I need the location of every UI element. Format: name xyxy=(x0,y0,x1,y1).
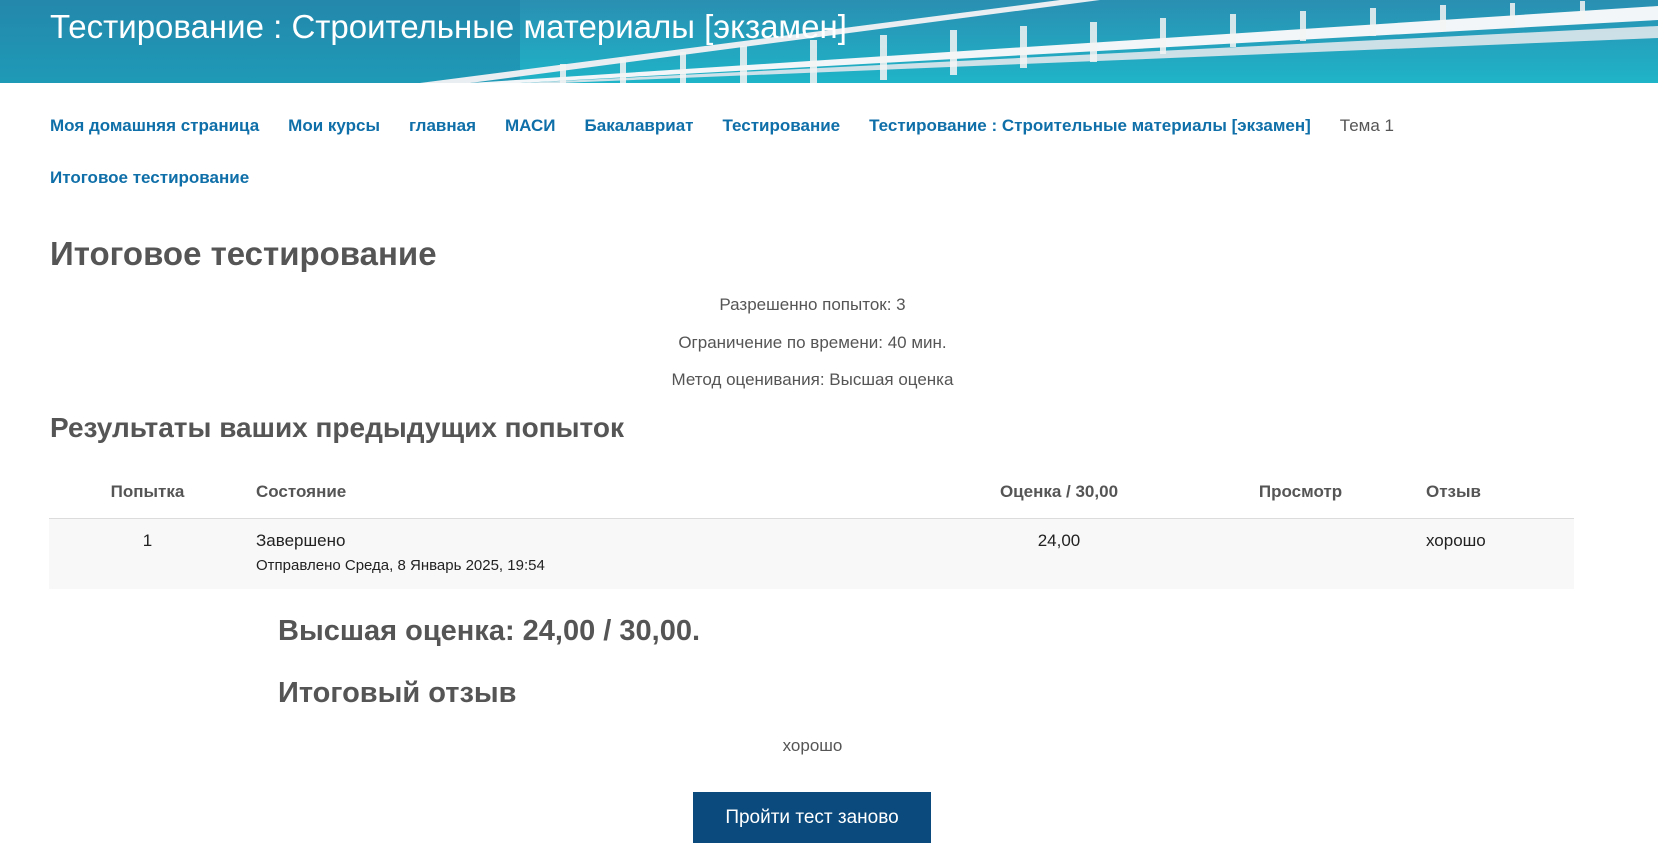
cell-state: Завершено Отправлено Среда, 8 Январь 202… xyxy=(246,518,933,589)
attempts-allowed: Разрешенно попыток: 3 xyxy=(719,295,906,314)
column-state: Состояние xyxy=(246,472,933,519)
breadcrumb-testing[interactable]: Тестирование xyxy=(723,100,841,152)
column-review: Отзыв xyxy=(1416,472,1574,519)
column-grade: Оценка / 30,00 xyxy=(933,472,1185,519)
table-row: 1 Завершено Отправлено Среда, 8 Январь 2… xyxy=(49,518,1574,589)
header-banner: Тестирование : Строительные материалы [э… xyxy=(0,0,1658,83)
best-grade: Высшая оценка: 24,00 / 30,00. xyxy=(278,615,701,647)
results-section-title: Результаты ваших предыдущих попыток xyxy=(50,412,624,443)
breadcrumb-my-courses[interactable]: Мои курсы xyxy=(288,100,380,152)
breadcrumb-home[interactable]: Моя домашняя страница xyxy=(50,100,259,152)
breadcrumb: Моя домашняя страница Мои курсы главная … xyxy=(50,100,1610,204)
table-header-row: Попытка Состояние Оценка / 30,00 Просмот… xyxy=(49,472,1574,519)
breadcrumb-course[interactable]: Тестирование : Строительные материалы [э… xyxy=(869,100,1311,152)
cell-attempt: 1 xyxy=(49,518,246,589)
breadcrumb-main[interactable]: главная xyxy=(409,100,476,152)
column-attempt: Попытка xyxy=(49,472,246,519)
cell-review: хорошо xyxy=(1416,518,1574,589)
state-label: Завершено xyxy=(256,531,346,550)
page-title: Итоговое тестирование xyxy=(50,235,437,272)
retry-quiz-button[interactable]: Пройти тест заново xyxy=(693,792,931,843)
submitted-time: Отправлено Среда, 8 Январь 2025, 19:54 xyxy=(256,557,545,574)
breadcrumb-section: Тема 1 xyxy=(1339,116,1395,135)
cell-grade: 24,00 xyxy=(933,518,1185,589)
breadcrumb-quiz[interactable]: Итоговое тестирование xyxy=(50,152,249,204)
cell-view xyxy=(1185,518,1416,589)
page-header-title: Тестирование : Строительные материалы [э… xyxy=(50,8,847,45)
breadcrumb-bachelor[interactable]: Бакалавриат xyxy=(585,100,694,152)
breadcrumb-masi[interactable]: МАСИ xyxy=(505,100,556,152)
attempts-table: Попытка Состояние Оценка / 30,00 Просмот… xyxy=(49,472,1574,589)
final-feedback-title: Итоговый отзыв xyxy=(278,677,517,709)
column-view: Просмотр xyxy=(1185,472,1416,519)
final-feedback-text: хорошо xyxy=(782,736,843,755)
time-limit: Ограничение по времени: 40 мин. xyxy=(678,333,947,352)
grading-method: Метод оценивания: Высшая оценка xyxy=(671,370,954,389)
